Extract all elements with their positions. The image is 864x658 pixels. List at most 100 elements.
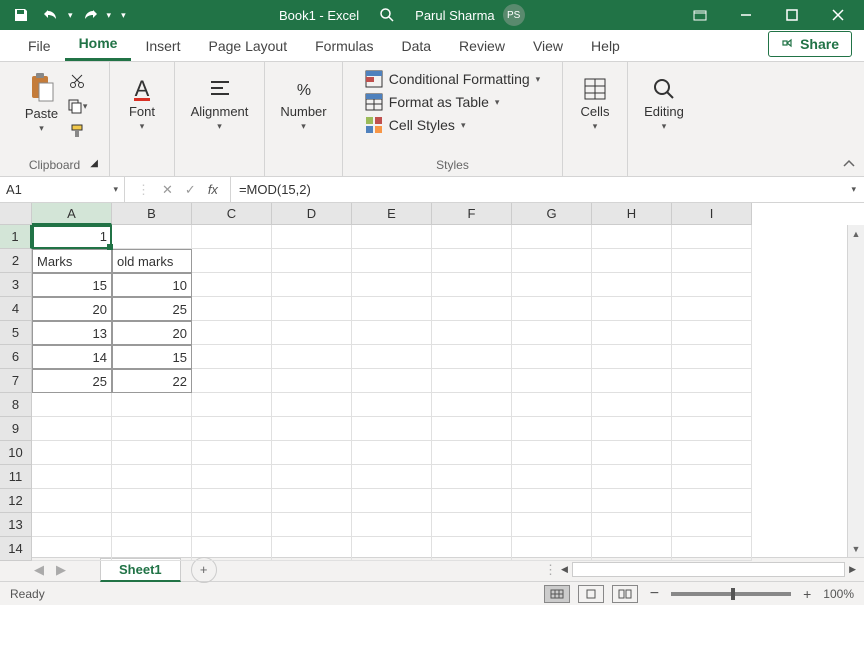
close-icon[interactable]: [816, 0, 860, 30]
cell-F7[interactable]: [432, 369, 512, 393]
zoom-out-icon[interactable]: −: [650, 585, 659, 603]
conditional-formatting-button[interactable]: Conditional Formatting▾: [365, 70, 540, 88]
cell-H14[interactable]: [592, 537, 672, 561]
ribbon-display-icon[interactable]: [678, 0, 722, 30]
cell-E1[interactable]: [352, 225, 432, 249]
cell-B6[interactable]: 15: [112, 345, 192, 369]
enter-formula-icon[interactable]: ✓: [185, 182, 196, 198]
cell-C3[interactable]: [192, 273, 272, 297]
cell-D10[interactable]: [272, 441, 352, 465]
cell-D14[interactable]: [272, 537, 352, 561]
paste-button[interactable]: Paste ▾: [21, 70, 62, 136]
cell-B14[interactable]: [112, 537, 192, 561]
cell-F2[interactable]: [432, 249, 512, 273]
save-icon[interactable]: [8, 2, 34, 28]
cell-I3[interactable]: [672, 273, 752, 297]
cell-I9[interactable]: [672, 417, 752, 441]
cell-B1[interactable]: [112, 225, 192, 249]
hscroll-grip-icon[interactable]: ⋮: [544, 562, 557, 578]
cut-icon[interactable]: [66, 70, 88, 92]
cell-C14[interactable]: [192, 537, 272, 561]
cell-C13[interactable]: [192, 513, 272, 537]
cell-A12[interactable]: [32, 489, 112, 513]
row-header-11[interactable]: 11: [0, 465, 32, 489]
cells-container[interactable]: 1Marksold marks15102025132014152522: [32, 225, 752, 561]
font-dropdown[interactable]: A Font ▾: [125, 74, 159, 134]
cell-A11[interactable]: [32, 465, 112, 489]
cell-E7[interactable]: [352, 369, 432, 393]
row-header-14[interactable]: 14: [0, 537, 32, 561]
view-page-layout-icon[interactable]: [578, 585, 604, 603]
cell-C8[interactable]: [192, 393, 272, 417]
cell-E6[interactable]: [352, 345, 432, 369]
cell-F3[interactable]: [432, 273, 512, 297]
vertical-scrollbar[interactable]: ▲ ▼: [847, 225, 864, 557]
cell-E12[interactable]: [352, 489, 432, 513]
cell-B2[interactable]: old marks: [112, 249, 192, 273]
cell-F5[interactable]: [432, 321, 512, 345]
cell-C2[interactable]: [192, 249, 272, 273]
cancel-formula-icon[interactable]: ✕: [162, 182, 173, 198]
cell-D6[interactable]: [272, 345, 352, 369]
row-header-4[interactable]: 4: [0, 297, 32, 321]
cell-I11[interactable]: [672, 465, 752, 489]
cells-dropdown[interactable]: Cells ▾: [577, 74, 614, 134]
scroll-up-icon[interactable]: ▲: [848, 225, 864, 242]
cell-G6[interactable]: [512, 345, 592, 369]
cell-C1[interactable]: [192, 225, 272, 249]
cell-styles-button[interactable]: Cell Styles▾: [365, 116, 466, 134]
minimize-icon[interactable]: [724, 0, 768, 30]
redo-icon[interactable]: [77, 2, 103, 28]
cell-H12[interactable]: [592, 489, 672, 513]
cell-H7[interactable]: [592, 369, 672, 393]
col-header-A[interactable]: A: [32, 203, 112, 225]
cell-C11[interactable]: [192, 465, 272, 489]
cell-G14[interactable]: [512, 537, 592, 561]
cell-G5[interactable]: [512, 321, 592, 345]
cell-D3[interactable]: [272, 273, 352, 297]
cell-A2[interactable]: Marks: [32, 249, 112, 273]
row-header-7[interactable]: 7: [0, 369, 32, 393]
cell-H13[interactable]: [592, 513, 672, 537]
cell-A5[interactable]: 13: [32, 321, 112, 345]
cell-E14[interactable]: [352, 537, 432, 561]
cell-D8[interactable]: [272, 393, 352, 417]
cell-B5[interactable]: 20: [112, 321, 192, 345]
cell-E2[interactable]: [352, 249, 432, 273]
tab-review[interactable]: Review: [445, 31, 519, 61]
cell-E9[interactable]: [352, 417, 432, 441]
cell-I1[interactable]: [672, 225, 752, 249]
tab-help[interactable]: Help: [577, 31, 634, 61]
cell-F1[interactable]: [432, 225, 512, 249]
cell-G4[interactable]: [512, 297, 592, 321]
collapse-ribbon-icon[interactable]: [842, 157, 856, 171]
cell-A8[interactable]: [32, 393, 112, 417]
cell-E4[interactable]: [352, 297, 432, 321]
tab-prev-icon[interactable]: ◀: [34, 562, 44, 578]
alignment-dropdown[interactable]: Alignment ▾: [187, 74, 253, 134]
cell-C7[interactable]: [192, 369, 272, 393]
hscroll-left-icon[interactable]: ◀: [561, 564, 568, 575]
cell-A3[interactable]: 15: [32, 273, 112, 297]
tab-data[interactable]: Data: [387, 31, 445, 61]
zoom-level[interactable]: 100%: [823, 587, 854, 601]
tab-formulas[interactable]: Formulas: [301, 31, 387, 61]
cell-I5[interactable]: [672, 321, 752, 345]
cell-D1[interactable]: [272, 225, 352, 249]
cell-D2[interactable]: [272, 249, 352, 273]
maximize-icon[interactable]: [770, 0, 814, 30]
cell-I8[interactable]: [672, 393, 752, 417]
cell-B11[interactable]: [112, 465, 192, 489]
tab-file[interactable]: File: [14, 31, 65, 61]
cell-F9[interactable]: [432, 417, 512, 441]
editing-dropdown[interactable]: Editing ▾: [640, 74, 688, 134]
col-header-D[interactable]: D: [272, 203, 352, 225]
name-box-dropdown-icon[interactable]: ▾: [113, 184, 118, 195]
row-header-9[interactable]: 9: [0, 417, 32, 441]
cell-F14[interactable]: [432, 537, 512, 561]
share-button[interactable]: Share: [768, 31, 852, 57]
cell-G11[interactable]: [512, 465, 592, 489]
cell-B4[interactable]: 25: [112, 297, 192, 321]
expand-formula-icon[interactable]: ▾: [851, 184, 856, 195]
horizontal-scrollbar[interactable]: ⋮ ◀ ▶: [544, 562, 864, 578]
